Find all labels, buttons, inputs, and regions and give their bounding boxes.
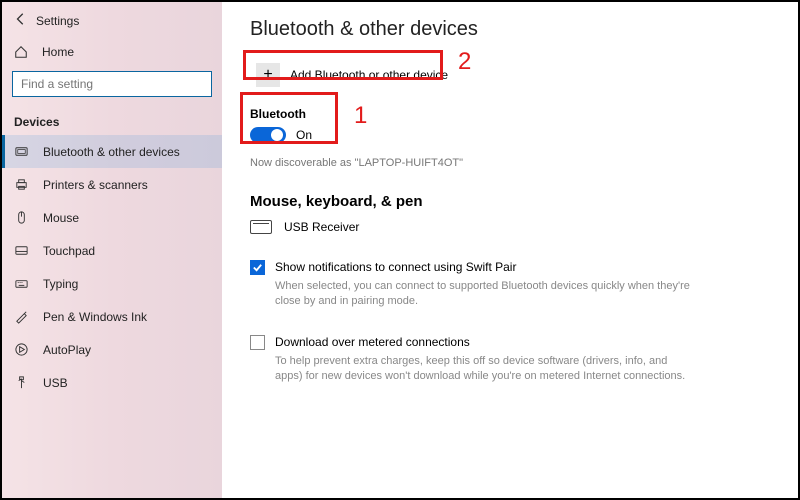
add-device-button[interactable]: + Add Bluetooth or other device (250, 57, 508, 93)
nav-pen[interactable]: Pen & Windows Ink (2, 300, 222, 333)
usb-receiver-icon (250, 220, 272, 234)
main-content: Bluetooth & other devices + Add Bluetoot… (222, 2, 798, 498)
nav-item-label: Typing (43, 277, 78, 291)
nav-item-label: Pen & Windows Ink (43, 310, 147, 324)
metered-checkbox[interactable] (250, 335, 265, 350)
nav-typing[interactable]: Typing (2, 267, 222, 300)
nav-touchpad[interactable]: Touchpad (2, 234, 222, 267)
add-device-label: Add Bluetooth or other device (290, 68, 448, 82)
device-name: USB Receiver (284, 220, 359, 234)
nav-item-label: USB (43, 376, 68, 390)
metered-help: To help prevent extra charges, keep this… (275, 354, 695, 384)
bluetooth-toggle[interactable] (250, 127, 286, 143)
back-icon[interactable] (14, 12, 28, 29)
bluetooth-icon (14, 144, 29, 159)
metered-label: Download over metered connections (275, 335, 470, 349)
swift-pair-help: When selected, you can connect to suppor… (275, 279, 695, 309)
subheading-mouse-kbd: Mouse, keyboard, & pen (250, 193, 770, 210)
bluetooth-state: On (296, 128, 312, 142)
nav-item-label: Touchpad (43, 244, 95, 258)
swift-pair-label: Show notifications to connect using Swif… (275, 260, 516, 274)
page-title: Bluetooth & other devices (250, 18, 770, 41)
check-icon (252, 262, 263, 273)
sidebar: Settings Home Devices Bluetooth & other … (2, 2, 222, 498)
nav-item-label: AutoPlay (43, 343, 91, 357)
nav-bluetooth[interactable]: Bluetooth & other devices (2, 135, 222, 168)
search-input[interactable] (12, 71, 212, 97)
discoverable-text: Now discoverable as "LAPTOP-HUIFT4OT" (250, 157, 770, 169)
printer-icon (14, 177, 29, 192)
keyboard-icon (14, 276, 29, 291)
nav-item-label: Bluetooth & other devices (43, 145, 180, 159)
autoplay-icon (14, 342, 29, 357)
nav-printers[interactable]: Printers & scanners (2, 168, 222, 201)
nav-usb[interactable]: USB (2, 366, 222, 399)
nav-item-label: Mouse (43, 211, 79, 225)
bluetooth-label: Bluetooth (250, 107, 770, 121)
plus-icon: + (256, 63, 280, 87)
mouse-icon (14, 210, 29, 225)
app-title: Settings (36, 14, 79, 28)
device-row[interactable]: USB Receiver (250, 220, 770, 234)
pen-icon (14, 309, 29, 324)
section-heading: Devices (2, 107, 222, 135)
nav-mouse[interactable]: Mouse (2, 201, 222, 234)
touchpad-icon (14, 243, 29, 258)
nav-home[interactable]: Home (2, 37, 222, 67)
nav-autoplay[interactable]: AutoPlay (2, 333, 222, 366)
home-label: Home (42, 45, 74, 59)
home-icon (14, 45, 28, 59)
usb-icon (14, 375, 29, 390)
swift-pair-checkbox[interactable] (250, 260, 265, 275)
nav-item-label: Printers & scanners (43, 178, 148, 192)
